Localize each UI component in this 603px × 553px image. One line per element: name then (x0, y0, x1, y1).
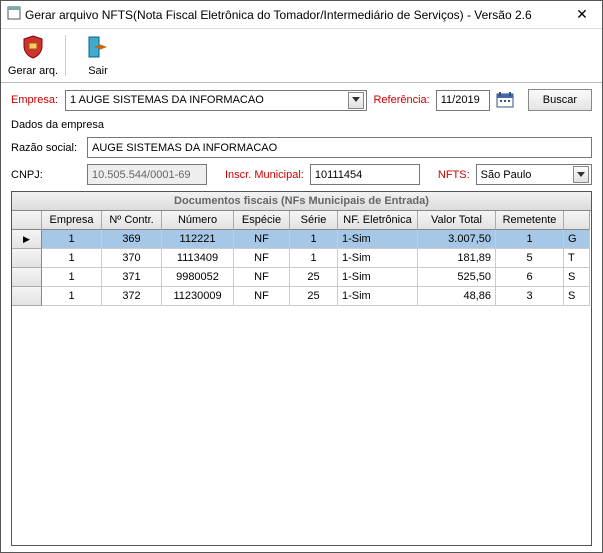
shield-icon (20, 34, 46, 63)
chevron-down-icon (573, 166, 589, 183)
table-cell[interactable]: 25 (290, 268, 338, 287)
column-header[interactable]: Número (162, 211, 234, 230)
table-cell[interactable]: 370 (102, 249, 162, 268)
table-cell[interactable]: 525,50 (418, 268, 496, 287)
table-cell[interactable]: 181,89 (418, 249, 496, 268)
app-icon (7, 6, 21, 23)
row-header[interactable]: ▶ (12, 230, 42, 249)
table-cell[interactable]: 6 (496, 268, 564, 287)
table-cell[interactable]: 48,86 (418, 287, 496, 306)
column-header[interactable]: Nº Contr. (102, 211, 162, 230)
table-cell[interactable]: T (564, 249, 590, 268)
table-cell[interactable]: G (564, 230, 590, 249)
row-header[interactable] (12, 268, 42, 287)
column-header[interactable]: Remetente (496, 211, 564, 230)
razao-social-input[interactable]: AUGE SISTEMAS DA INFORMACAO (87, 137, 592, 158)
table-cell[interactable]: 25 (290, 287, 338, 306)
calendar-icon[interactable] (496, 91, 514, 109)
referencia-label: Referência: (373, 94, 429, 106)
column-header[interactable] (564, 211, 590, 230)
grid-container: Documentos fiscais (NFs Municipais de En… (11, 191, 592, 546)
cnpj-input: 10.505.544/0001-69 (87, 164, 207, 185)
sair-label: Sair (88, 65, 108, 77)
nfts-label: NFTS: (438, 169, 470, 181)
row-header[interactable] (12, 287, 42, 306)
table-cell[interactable]: 1-Sim (338, 230, 418, 249)
content-area: Empresa: 1 AUGE SISTEMAS DA INFORMACAO R… (1, 83, 602, 552)
table-cell[interactable]: 3 (496, 287, 564, 306)
grid-title: Documentos fiscais (NFs Municipais de En… (12, 192, 591, 211)
table-cell[interactable]: 1 (496, 230, 564, 249)
empresa-combo[interactable]: 1 AUGE SISTEMAS DA INFORMACAO (65, 90, 367, 111)
sair-button[interactable]: Sair (70, 31, 126, 80)
table-cell[interactable]: 1 (42, 268, 102, 287)
toolbar: Gerar arq. Sair (1, 29, 602, 83)
inscr-label: Inscr. Municipal: (225, 169, 304, 181)
table-cell[interactable]: 112221 (162, 230, 234, 249)
table-cell[interactable]: S (564, 287, 590, 306)
table-cell[interactable]: NF (234, 268, 290, 287)
table-cell[interactable]: NF (234, 230, 290, 249)
table-cell[interactable]: 1-Sim (338, 287, 418, 306)
data-grid[interactable]: EmpresaNº Contr.NúmeroEspécieSérieNF. El… (12, 211, 591, 306)
chevron-down-icon (348, 92, 364, 109)
razao-label: Razão social: (11, 142, 81, 154)
table-cell[interactable]: 372 (102, 287, 162, 306)
column-header[interactable]: Valor Total (418, 211, 496, 230)
table-cell[interactable]: NF (234, 287, 290, 306)
table-cell[interactable]: 5 (496, 249, 564, 268)
nfts-combo[interactable]: São Paulo (476, 164, 592, 185)
table-cell[interactable]: S (564, 268, 590, 287)
column-header[interactable]: Série (290, 211, 338, 230)
column-header[interactable]: NF. Eletrônica (338, 211, 418, 230)
column-header[interactable] (12, 211, 42, 230)
referencia-input[interactable]: 11/2019 (436, 90, 490, 111)
exit-icon (85, 34, 111, 63)
table-cell[interactable]: 1 (42, 249, 102, 268)
main-window: Gerar arquivo NFTS(Nota Fiscal Eletrônic… (0, 0, 603, 553)
empresa-label: Empresa: (11, 94, 59, 106)
column-header[interactable]: Espécie (234, 211, 290, 230)
table-cell[interactable]: 1 (290, 230, 338, 249)
table-cell[interactable]: 1-Sim (338, 249, 418, 268)
table-cell[interactable]: NF (234, 249, 290, 268)
table-cell[interactable]: 1113409 (162, 249, 234, 268)
titlebar: Gerar arquivo NFTS(Nota Fiscal Eletrônic… (1, 1, 602, 29)
table-cell[interactable]: 9980052 (162, 268, 234, 287)
table-cell[interactable]: 371 (102, 268, 162, 287)
table-cell[interactable]: 1 (290, 249, 338, 268)
buscar-button[interactable]: Buscar (528, 89, 592, 111)
dados-empresa-label: Dados da empresa (11, 119, 592, 131)
table-cell[interactable]: 11230009 (162, 287, 234, 306)
gerar-label: Gerar arq. (8, 65, 58, 77)
empresa-combo-value: 1 AUGE SISTEMAS DA INFORMACAO (70, 94, 264, 106)
table-cell[interactable]: 1-Sim (338, 268, 418, 287)
table-cell[interactable]: 1 (42, 230, 102, 249)
toolbar-separator (65, 35, 66, 76)
table-cell[interactable]: 3.007,50 (418, 230, 496, 249)
nfts-combo-value: São Paulo (481, 169, 532, 181)
window-title: Gerar arquivo NFTS(Nota Fiscal Eletrônic… (25, 8, 568, 22)
table-cell[interactable]: 369 (102, 230, 162, 249)
table-cell[interactable]: 1 (42, 287, 102, 306)
cnpj-label: CNPJ: (11, 169, 81, 181)
row-header[interactable] (12, 249, 42, 268)
inscr-municipal-input[interactable]: 10111454 (310, 164, 420, 185)
close-button[interactable]: ✕ (568, 3, 596, 27)
column-header[interactable]: Empresa (42, 211, 102, 230)
gerar-arquivo-button[interactable]: Gerar arq. (5, 31, 61, 80)
